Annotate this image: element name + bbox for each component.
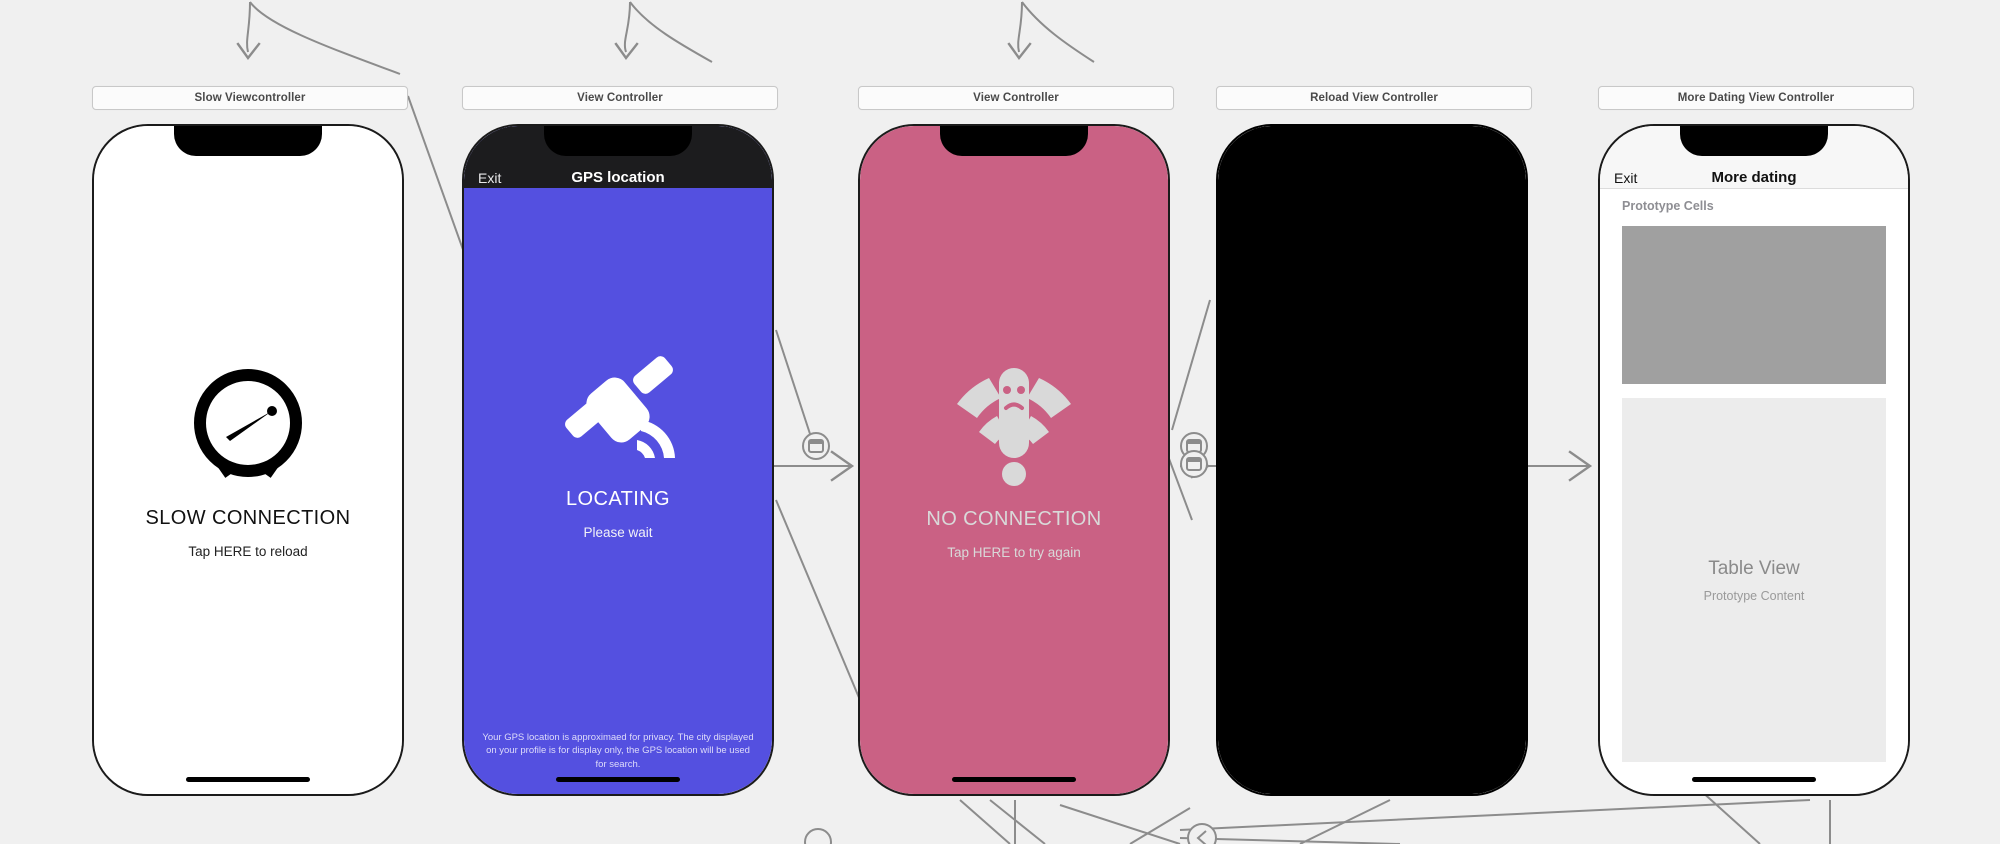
notch <box>1680 126 1828 156</box>
segue-badge-back <box>1187 823 1217 844</box>
scene-title-slow[interactable]: Slow Viewcontroller <box>92 86 408 110</box>
phone-frame-slow[interactable]: SLOW CONNECTION Tap HERE to reload <box>92 124 404 796</box>
screen-slow: SLOW CONNECTION Tap HERE to reload <box>94 126 402 794</box>
navbar-title-gps: GPS location <box>571 169 665 186</box>
home-indicator <box>556 777 680 782</box>
scene-title-locating[interactable]: View Controller <box>462 86 778 110</box>
scene-gps-locating[interactable]: View Controller Exit GPS location LOCATI… <box>462 86 778 796</box>
screen-locating: Exit GPS location LOCATING Please wait Y… <box>464 126 772 794</box>
scene-title-more-dating[interactable]: More Dating View Controller <box>1598 86 1914 110</box>
slow-center-block: SLOW CONNECTION Tap HERE to reload <box>94 361 402 559</box>
slow-subline[interactable]: Tap HERE to reload <box>188 544 307 559</box>
table-view-title: Table View <box>1708 557 1800 579</box>
phone-frame-reload[interactable] <box>1216 124 1528 796</box>
screen-more-dating: Exit More dating Prototype Cells Table V… <box>1600 126 1908 794</box>
phone-frame-locating[interactable]: Exit GPS location LOCATING Please wait Y… <box>462 124 774 796</box>
table-view-placeholder[interactable]: Table View Prototype Content <box>1622 398 1886 762</box>
segue-badge-3 <box>1180 450 1208 478</box>
storyboard-canvas[interactable]: Slow Viewcontroller SLOW CONNECTION Tap … <box>0 0 2000 844</box>
gauge-icon <box>186 361 310 485</box>
no-connection-subline[interactable]: Tap HERE to try again <box>947 545 1081 560</box>
scene-slow-viewcontroller[interactable]: Slow Viewcontroller SLOW CONNECTION Tap … <box>92 86 408 796</box>
notch <box>544 126 692 156</box>
locating-subline: Please wait <box>583 524 653 540</box>
screen-reload <box>1218 126 1526 794</box>
scene-title-reload[interactable]: Reload View Controller <box>1216 86 1532 110</box>
scene-more-dating[interactable]: More Dating View Controller Exit More da… <box>1598 86 1914 796</box>
notch <box>174 126 322 156</box>
notch <box>940 126 1088 156</box>
segue-badge-1 <box>802 432 830 460</box>
scene-reload[interactable]: Reload View Controller <box>1216 86 1532 796</box>
notch <box>1298 126 1446 156</box>
phone-frame-more-dating[interactable]: Exit More dating Prototype Cells Table V… <box>1598 124 1910 796</box>
scene-no-connection[interactable]: View Controller NO CONNECTION Tap HERE t… <box>858 86 1174 796</box>
screen-no-connection: NO CONNECTION Tap HERE to try again <box>860 126 1168 794</box>
navbar-title-more-dating: More dating <box>1711 169 1797 186</box>
prototype-image-placeholder <box>1622 226 1886 384</box>
home-indicator <box>186 777 310 782</box>
slow-headline: SLOW CONNECTION <box>145 507 351 529</box>
satellite-icon <box>559 354 677 466</box>
segue-badge-bottom <box>804 828 832 844</box>
gps-privacy-footnote: Your GPS location is approximaed for pri… <box>482 731 754 771</box>
no-connection-headline: NO CONNECTION <box>926 508 1102 530</box>
wifi-sad-icon <box>949 360 1079 486</box>
home-indicator <box>1692 777 1816 782</box>
locating-center-block: LOCATING Please wait <box>464 354 772 540</box>
no-connection-center-block: NO CONNECTION Tap HERE to try again <box>860 360 1168 560</box>
locating-headline: LOCATING <box>566 487 670 510</box>
home-indicator <box>952 777 1076 782</box>
reload-background <box>1218 126 1526 794</box>
table-view-subtitle: Prototype Content <box>1703 588 1805 603</box>
prototype-cells-header: Prototype Cells <box>1600 188 1908 224</box>
scene-title-no-connection[interactable]: View Controller <box>858 86 1174 110</box>
segue-badge-2 <box>1180 432 1208 460</box>
phone-frame-no-connection[interactable]: NO CONNECTION Tap HERE to try again <box>858 124 1170 796</box>
